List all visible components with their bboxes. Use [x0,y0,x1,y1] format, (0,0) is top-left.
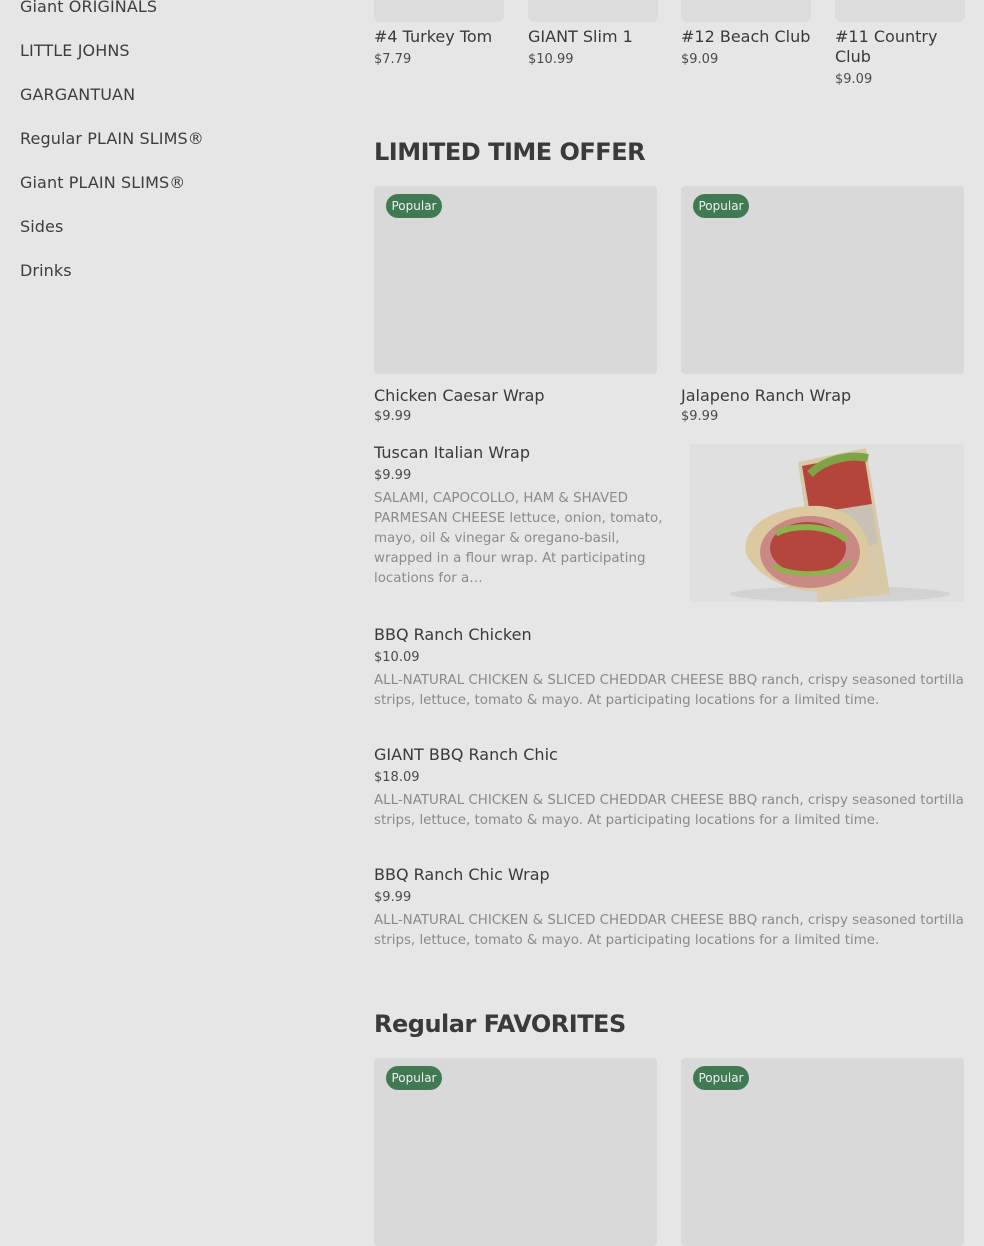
menu-card[interactable]: Popular [374,1058,657,1246]
popular-badge: Popular [386,194,442,218]
list-item-description: ALL-NATURAL CHICKEN & SLICED CHEDDAR CHE… [374,793,964,828]
menu-card-image [835,0,965,22]
menu-card-image [528,0,658,22]
menu-card-name: Chicken Caesar Wrap [374,386,545,405]
list-item-price: $9.99 [374,468,412,483]
sidebar-item-sides[interactable]: Sides [20,212,340,256]
menu-card-name: Jalapeno Ranch Wrap [681,386,852,405]
popular-badge: Popular [693,194,749,218]
wrap-illustration [730,448,950,602]
menu-card[interactable]: Popular Chicken Caesar Wrap $9.99 [374,186,657,424]
section-title-limited-time-offer: LIMITED TIME OFFER [374,138,646,166]
menu-card-image [681,0,811,22]
menu-card-image: Popular [681,186,964,374]
list-item[interactable]: BBQ Ranch Chic Wrap $9.99 ALL-NATURAL CH… [374,865,964,951]
list-item[interactable]: BBQ Ranch Chicken $10.09 ALL-NATURAL CHI… [374,625,964,711]
list-item[interactable]: GIANT BBQ Ranch Chic $18.09 ALL-NATURAL … [374,745,964,831]
list-item-description: ALL-NATURAL CHICKEN & SLICED CHEDDAR CHE… [374,913,964,948]
menu-card-name: GIANT Slim 1 [528,27,633,46]
category-sidebar: Giant ORIGINALS LITTLE JOHNS GARGANTUAN … [20,0,340,300]
list-item-description: ALL-NATURAL CHICKEN & SLICED CHEDDAR CHE… [374,673,964,708]
list-item-name: BBQ Ranch Chicken [374,625,532,644]
menu-card[interactable]: Popular [681,1058,964,1246]
sidebar-item-giant-plain-slims[interactable]: Giant PLAIN SLIMS® [20,168,340,212]
sidebar-item-drinks[interactable]: Drinks [20,256,340,300]
menu-card-price: $7.79 [374,52,412,67]
menu-card[interactable]: Popular Jalapeno Ranch Wrap $9.99 [681,186,964,424]
menu-card-name: #11 Country Club [835,27,938,66]
list-item-name: GIANT BBQ Ranch Chic [374,745,558,764]
sidebar-item-little-johns[interactable]: LITTLE JOHNS [20,36,340,80]
menu-card-price: $9.99 [681,409,719,424]
list-item-price: $10.09 [374,650,420,665]
list-item-price: $18.09 [374,770,420,785]
section-title-regular-favorites: Regular FAVORITES [374,1010,626,1038]
popular-badge: Popular [386,1066,442,1090]
list-item-name: Tuscan Italian Wrap [374,443,531,462]
list-item[interactable]: Tuscan Italian Wrap $9.99 SALAMI, CAPOCO… [374,443,679,589]
menu-card-name: #4 Turkey Tom [374,27,493,46]
sidebar-item-gargantuan[interactable]: GARGANTUAN [20,80,340,124]
menu-card-price: $9.99 [374,409,412,424]
menu-card-price: $9.09 [835,72,873,87]
top-menu-row: #4 Turkey Tom $7.79 GIANT Slim 1 $10.99 … [374,0,965,100]
menu-card-image: Popular [681,1058,964,1246]
popular-badge: Popular [693,1066,749,1090]
menu-card-price: $9.09 [681,52,719,67]
menu-card-image [374,0,504,22]
menu-card-name: #12 Beach Club [681,27,811,46]
menu-card-image: Popular [374,186,657,374]
menu-card-image: Popular [374,1058,657,1246]
list-item-description: SALAMI, CAPOCOLLO, HAM & SHAVED PARMESAN… [374,491,663,586]
sidebar-item-giant-originals[interactable]: Giant ORIGINALS [20,0,340,36]
list-item-price: $9.99 [374,890,412,905]
sidebar-item-regular-plain-slims[interactable]: Regular PLAIN SLIMS® [20,124,340,168]
wrap-image [690,444,964,602]
list-item-name: BBQ Ranch Chic Wrap [374,865,550,884]
menu-card-price: $10.99 [528,52,574,67]
